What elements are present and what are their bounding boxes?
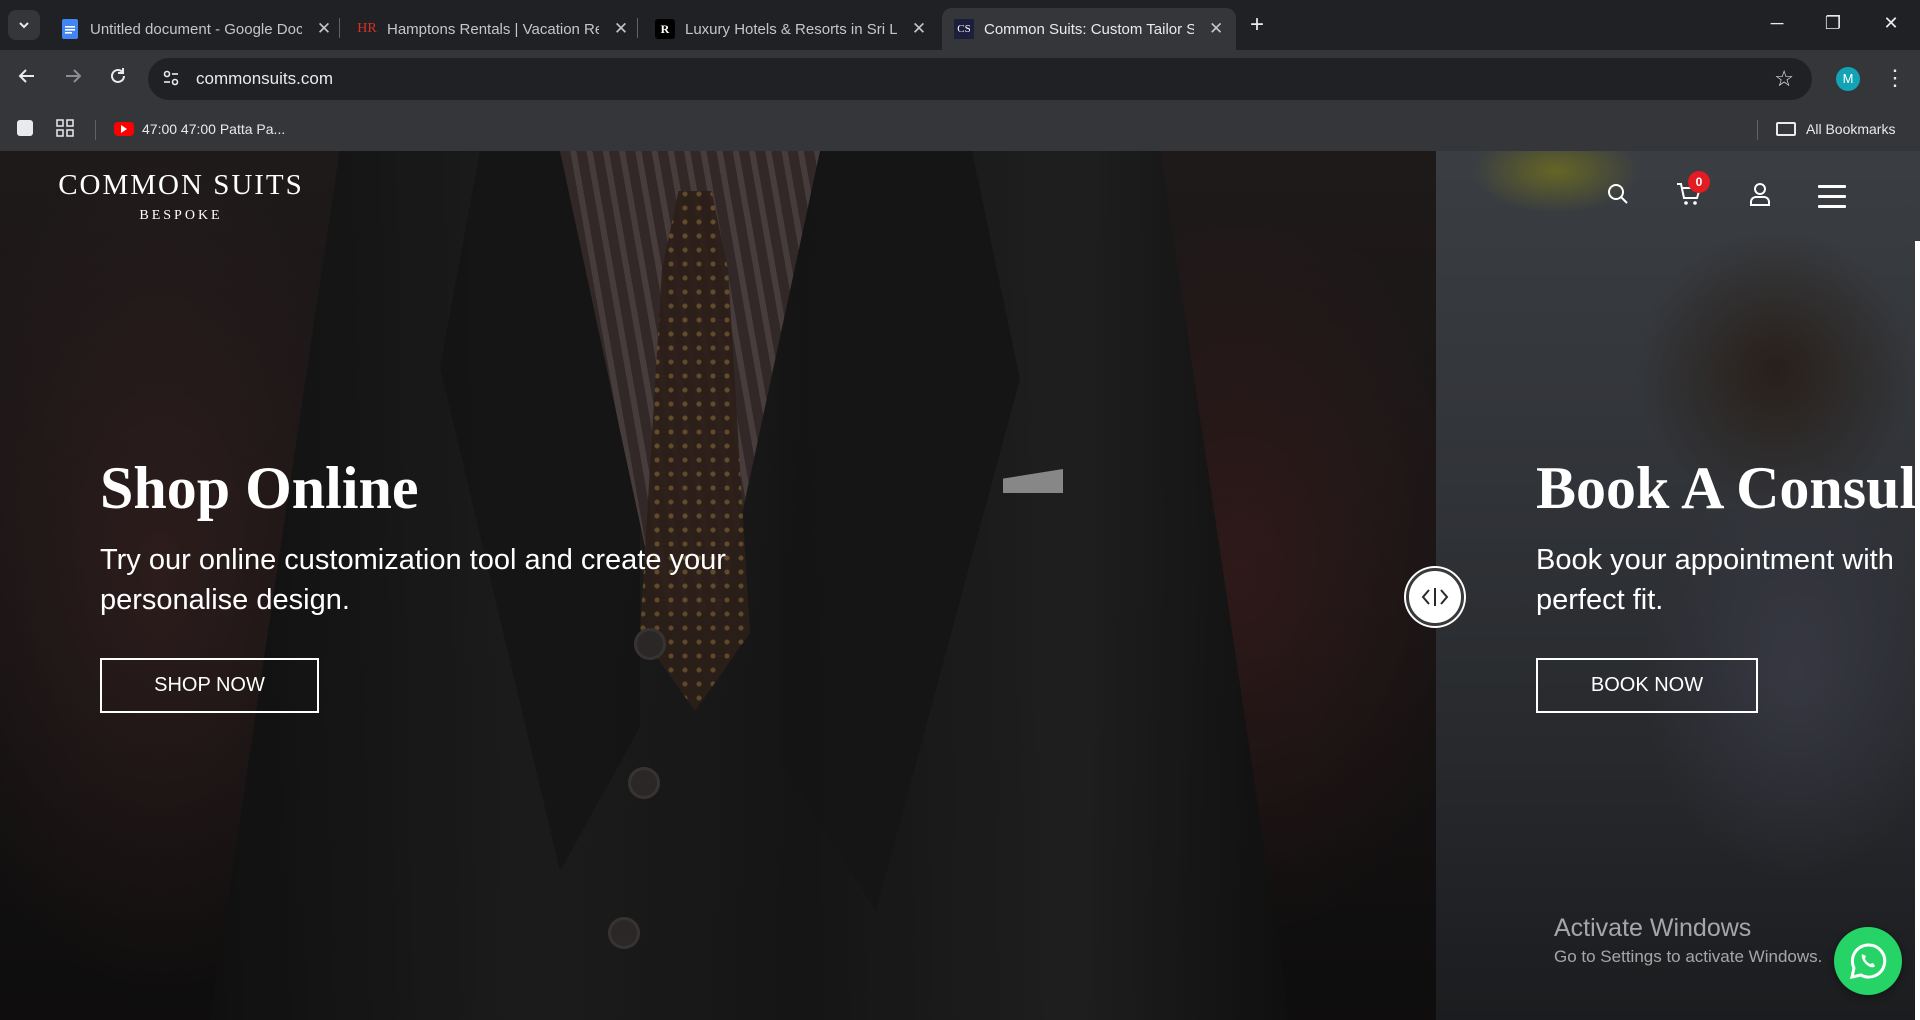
tab-luxury-hotels[interactable]: R Luxury Hotels & Resorts in Sri Lanka ✕ — [643, 8, 939, 50]
google-docs-icon — [60, 19, 80, 39]
all-bookmarks-button[interactable]: All Bookmarks — [1776, 121, 1895, 137]
search-icon[interactable] — [1601, 177, 1635, 211]
image-overlay — [1436, 151, 1920, 1020]
apps-grid-icon[interactable] — [56, 119, 74, 137]
shop-online-text-line1: Try our online customization tool and cr… — [100, 544, 726, 576]
shop-now-button[interactable]: SHOP NOW — [100, 658, 319, 713]
cs-icon: CS — [954, 19, 974, 39]
panel-edge — [1915, 241, 1920, 1020]
activation-subtitle: Go to Settings to activate Windows. — [1554, 947, 1823, 966]
bookmark-divider — [1757, 120, 1758, 140]
logo-tagline: BESPOKE — [139, 208, 223, 223]
reload-icon[interactable] — [103, 64, 133, 94]
tab-title: Common Suits: Custom Tailor Suits — [984, 20, 1195, 38]
whatsapp-button[interactable] — [1834, 927, 1902, 995]
tab-divider — [637, 18, 638, 38]
more-menu-icon[interactable]: ⋮ — [1884, 64, 1906, 92]
close-icon[interactable]: ✕ — [1208, 19, 1224, 39]
restore-icon[interactable]: ❐ — [1818, 8, 1848, 38]
site-settings-icon[interactable] — [162, 69, 182, 89]
bookmark-star-icon[interactable]: ☆ — [1774, 66, 1794, 92]
tab-strip: Untitled document - Google Docs ✕ HR Ham… — [0, 0, 1920, 50]
bookmark-item[interactable]: 47:00 47:00 Patta Pa... — [114, 121, 285, 137]
close-icon[interactable]: ✕ — [613, 19, 629, 39]
shop-online-title: Shop Online — [100, 455, 419, 521]
shop-online-text-line2: personalise design. — [100, 584, 350, 616]
chevron-down-icon — [19, 22, 29, 29]
window-close-icon[interactable]: ✕ — [1876, 8, 1906, 38]
cart-count-badge: 0 — [1688, 171, 1710, 193]
profile-avatar[interactable]: M — [1836, 67, 1860, 91]
youtube-icon — [114, 122, 134, 136]
browser-toolbar: commonsuits.com ☆ M ⋮ — [0, 50, 1920, 108]
windows-activation-watermark: Activate Windows Go to Settings to activ… — [1554, 914, 1822, 967]
new-tab-button[interactable]: + — [1243, 12, 1271, 38]
folder-icon — [1776, 122, 1796, 136]
tab-hamptons-rentals[interactable]: HR Hamptons Rentals | Vacation Rentals ✕ — [345, 8, 641, 50]
site-logo[interactable]: COMMON SUITS BESPOKE — [56, 169, 306, 224]
all-bookmarks-label: All Bookmarks — [1806, 121, 1896, 137]
account-icon[interactable] — [1743, 177, 1777, 211]
tab-divider — [339, 18, 340, 38]
slider-handle[interactable] — [1406, 568, 1464, 626]
tab-common-suits[interactable]: CS Common Suits: Custom Tailor Suits ✕ — [942, 8, 1236, 50]
page-viewport: COMMON SUITS BESPOKE 0 Shop Online Try o… — [0, 151, 1920, 1020]
close-icon[interactable]: ✕ — [316, 19, 332, 39]
menu-icon[interactable] — [1818, 185, 1846, 208]
hr-icon: HR — [357, 21, 377, 36]
logo-name: COMMON SUITS — [58, 169, 304, 201]
activation-title: Activate Windows — [1554, 914, 1752, 942]
back-icon[interactable] — [12, 64, 42, 94]
tab-groups-icon[interactable] — [16, 119, 34, 137]
tab-google-docs[interactable]: Untitled document - Google Docs ✕ — [48, 8, 344, 50]
forward-icon[interactable] — [58, 64, 88, 94]
book-consult-text-line2: perfect fit. — [1536, 584, 1664, 616]
bookmark-divider — [95, 120, 96, 140]
r-icon: R — [655, 19, 675, 39]
tab-search-button[interactable] — [8, 10, 40, 40]
url-text[interactable]: commonsuits.com — [196, 69, 333, 89]
bookmarks-bar: 47:00 47:00 Patta Pa... All Bookmarks — [0, 108, 1920, 151]
whatsapp-icon — [1850, 943, 1887, 979]
book-now-button[interactable]: BOOK NOW — [1536, 658, 1758, 713]
address-bar[interactable]: commonsuits.com ☆ — [148, 58, 1812, 100]
tab-title: Hamptons Rentals | Vacation Rentals — [387, 20, 599, 38]
close-icon[interactable]: ✕ — [911, 19, 927, 39]
tab-title: Luxury Hotels & Resorts in Sri Lanka — [685, 20, 897, 38]
minimize-icon[interactable]: ─ — [1762, 8, 1792, 38]
bookmark-label: 47:00 47:00 Patta Pa... — [142, 121, 286, 137]
book-consult-title: Book A Consult — [1536, 455, 1920, 521]
book-consult-text-line1: Book your appointment with — [1536, 544, 1894, 576]
tab-title: Untitled document - Google Docs — [90, 20, 302, 38]
book-consult-panel — [1436, 151, 1920, 1020]
code-arrows-icon — [1421, 588, 1449, 606]
